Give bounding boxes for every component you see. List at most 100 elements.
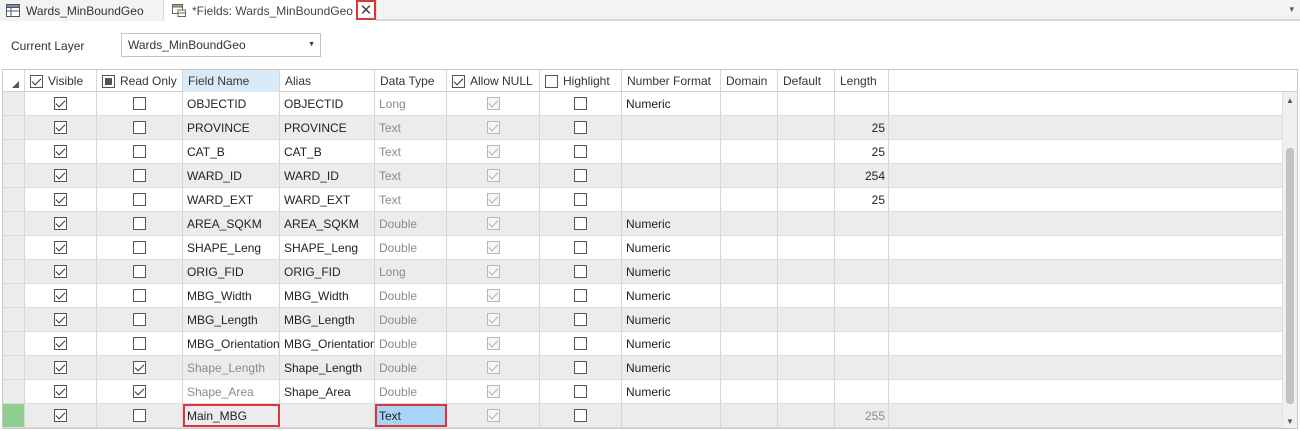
cell-alias[interactable]: OBJECTID: [280, 92, 375, 115]
column-header-field-name[interactable]: Field Name: [183, 70, 280, 92]
cell-default[interactable]: [778, 140, 835, 163]
cell-visible[interactable]: [25, 212, 97, 235]
cell-length[interactable]: [835, 236, 889, 259]
column-header-data-type[interactable]: Data Type: [375, 70, 447, 92]
visible-checkbox[interactable]: [54, 241, 67, 254]
cell-read-only[interactable]: [97, 212, 183, 235]
cell-alias[interactable]: MBG_Width: [280, 284, 375, 307]
cell-field-name[interactable]: WARD_ID: [183, 164, 280, 187]
field-row[interactable]: WARD_EXT WARD_EXT Text 25: [3, 188, 1284, 212]
read-only-checkbox[interactable]: [133, 169, 146, 182]
column-header-alias[interactable]: Alias: [280, 70, 375, 92]
cell-default[interactable]: [778, 212, 835, 235]
cell-alias[interactable]: Shape_Length: [280, 356, 375, 379]
cell-field-name[interactable]: Shape_Area: [183, 380, 280, 403]
read-only-checkbox[interactable]: [133, 385, 146, 398]
cell-read-only[interactable]: [97, 116, 183, 139]
cell-highlight[interactable]: [540, 236, 622, 259]
cell-visible[interactable]: [25, 140, 97, 163]
cell-allow-null[interactable]: [447, 404, 540, 427]
cell-highlight[interactable]: [540, 188, 622, 211]
cell-alias[interactable]: SHAPE_Leng: [280, 236, 375, 259]
header-visible-checkbox[interactable]: [30, 74, 43, 88]
column-header-visible[interactable]: Visible: [25, 70, 97, 92]
visible-checkbox[interactable]: [54, 193, 67, 206]
field-row[interactable]: Shape_Length Shape_Length Double Numeric: [3, 356, 1284, 380]
row-selector[interactable]: [3, 164, 25, 187]
cell-domain[interactable]: [721, 308, 778, 331]
cell-domain[interactable]: [721, 260, 778, 283]
row-selector[interactable]: [3, 404, 25, 427]
cell-data-type[interactable]: Text: [375, 164, 447, 187]
highlight-checkbox[interactable]: [574, 265, 587, 278]
cell-default[interactable]: [778, 404, 835, 427]
header-allow-null-checkbox[interactable]: [452, 74, 465, 88]
cell-domain[interactable]: [721, 380, 778, 403]
cell-length[interactable]: 25: [835, 188, 889, 211]
field-row[interactable]: ORIG_FID ORIG_FID Long Numeric: [3, 260, 1284, 284]
cell-field-name[interactable]: MBG_Length: [183, 308, 280, 331]
column-header-number-format[interactable]: Number Format: [622, 70, 721, 92]
cell-visible[interactable]: [25, 356, 97, 379]
row-selector[interactable]: [3, 236, 25, 259]
cell-read-only[interactable]: [97, 404, 183, 427]
cell-read-only[interactable]: [97, 380, 183, 403]
cell-domain[interactable]: [721, 332, 778, 355]
visible-checkbox[interactable]: [54, 121, 67, 134]
read-only-checkbox[interactable]: [133, 289, 146, 302]
cell-data-type[interactable]: Double: [375, 380, 447, 403]
cell-allow-null[interactable]: [447, 164, 540, 187]
highlight-checkbox[interactable]: [574, 217, 587, 230]
cell-domain[interactable]: [721, 164, 778, 187]
cell-length[interactable]: 254: [835, 164, 889, 187]
cell-length[interactable]: [835, 332, 889, 355]
cell-domain[interactable]: [721, 356, 778, 379]
visible-checkbox[interactable]: [54, 289, 67, 302]
cell-allow-null[interactable]: [447, 332, 540, 355]
cell-alias[interactable]: ORIG_FID: [280, 260, 375, 283]
cell-field-name[interactable]: WARD_EXT: [183, 188, 280, 211]
cell-read-only[interactable]: [97, 308, 183, 331]
cell-highlight[interactable]: [540, 212, 622, 235]
highlight-checkbox[interactable]: [574, 169, 587, 182]
visible-checkbox[interactable]: [54, 409, 67, 422]
cell-data-type[interactable]: Text: [375, 116, 447, 139]
cell-field-name[interactable]: Main_MBG: [183, 404, 280, 427]
cell-allow-null[interactable]: [447, 380, 540, 403]
highlight-checkbox[interactable]: [574, 241, 587, 254]
header-highlight-checkbox[interactable]: [545, 74, 558, 88]
cell-read-only[interactable]: [97, 332, 183, 355]
highlight-checkbox[interactable]: [574, 193, 587, 206]
cell-domain[interactable]: [721, 140, 778, 163]
cell-allow-null[interactable]: [447, 92, 540, 115]
cell-domain[interactable]: [721, 284, 778, 307]
cell-highlight[interactable]: [540, 404, 622, 427]
field-row[interactable]: WARD_ID WARD_ID Text 254: [3, 164, 1284, 188]
cell-visible[interactable]: [25, 92, 97, 115]
cell-visible[interactable]: [25, 284, 97, 307]
cell-read-only[interactable]: [97, 356, 183, 379]
cell-default[interactable]: [778, 284, 835, 307]
cell-number-format[interactable]: Numeric: [622, 308, 721, 331]
cell-read-only[interactable]: [97, 236, 183, 259]
field-row[interactable]: MBG_Width MBG_Width Double Numeric: [3, 284, 1284, 308]
read-only-checkbox[interactable]: [133, 193, 146, 206]
read-only-checkbox[interactable]: [133, 409, 146, 422]
cell-domain[interactable]: [721, 236, 778, 259]
cell-length[interactable]: [835, 260, 889, 283]
cell-number-format[interactable]: Numeric: [622, 260, 721, 283]
visible-checkbox[interactable]: [54, 385, 67, 398]
cell-visible[interactable]: [25, 380, 97, 403]
cell-field-name[interactable]: OBJECTID: [183, 92, 280, 115]
cell-highlight[interactable]: [540, 116, 622, 139]
read-only-checkbox[interactable]: [133, 337, 146, 350]
cell-length[interactable]: [835, 380, 889, 403]
cell-number-format[interactable]: Numeric: [622, 284, 721, 307]
cell-default[interactable]: [778, 356, 835, 379]
row-selector[interactable]: [3, 284, 25, 307]
visible-checkbox[interactable]: [54, 169, 67, 182]
highlight-checkbox[interactable]: [574, 145, 587, 158]
cell-allow-null[interactable]: [447, 212, 540, 235]
close-tab-button[interactable]: ✕: [356, 0, 376, 20]
cell-visible[interactable]: [25, 188, 97, 211]
